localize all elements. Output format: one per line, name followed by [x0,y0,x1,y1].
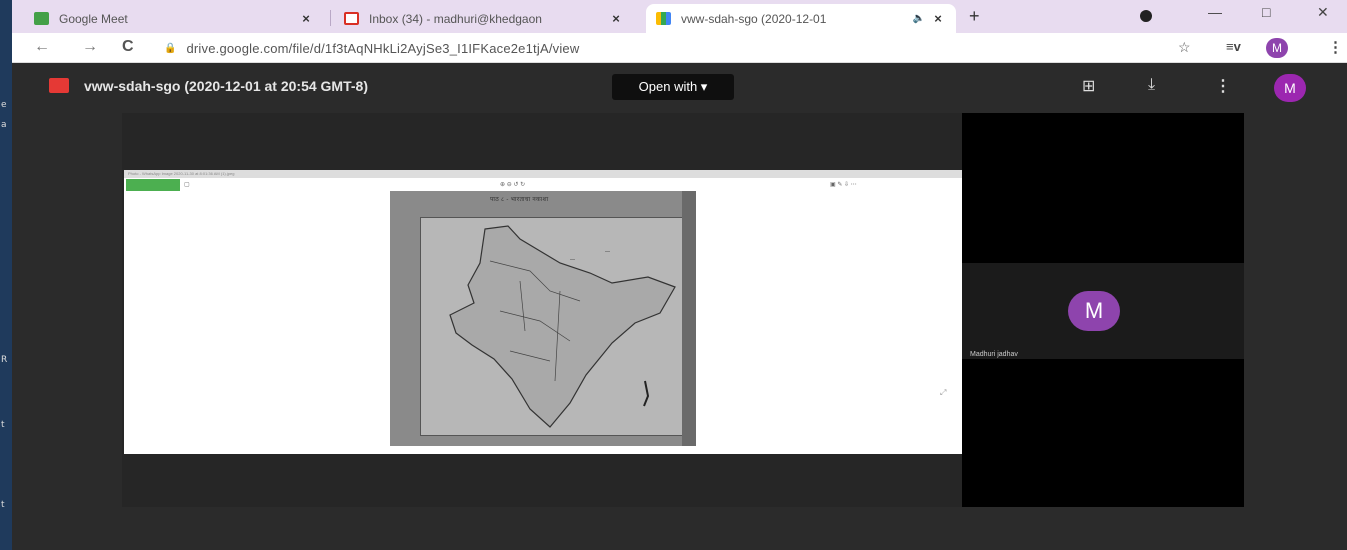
participants-panel: M Madhuri jadhav [962,113,1244,507]
more-options-icon[interactable]: ⋮ [1215,76,1231,96]
desktop-letter: t [1,420,5,430]
account-avatar[interactable]: M [1274,74,1306,102]
tab-drive-file[interactable]: vww-sdah-sgo (2020-12-01 🔈 × [646,4,956,33]
audio-icon[interactable]: 🔈 [908,13,930,24]
reload-button[interactable]: C [122,38,134,56]
tab-bar: Google Meet × Inbox (34) - madhuri@khedg… [12,0,1347,33]
tab-title: vww-sdah-sgo (2020-12-01 [681,11,827,26]
desktop-letter: R [1,355,8,365]
shared-window-title: Photo - WhatsApp Image 2020-11-30 at 8:0… [128,171,235,176]
tab-title: Google Meet [59,11,128,26]
address-bar-row: ← → C 🔒 drive.google.com/file/d/1f3tAqNH… [12,33,1347,63]
photo-book-edge [682,191,696,446]
profile-avatar[interactable]: M [1266,38,1288,58]
map-photo: पाठ ८ - भारताचा नकाशा — — [390,191,696,446]
gmail-icon [344,12,359,25]
shared-toolbar-icon: ▣ ✎ ⇩ ⋯ [830,182,857,188]
desktop-letter: e [1,100,7,110]
meet-icon [34,12,49,25]
participant-avatar: M [1068,291,1120,331]
media-control-icon[interactable]: ≡v [1226,39,1241,54]
desktop-letter: t [1,500,5,510]
file-title: vww-sdah-sgo (2020-12-01 at 20:54 GMT-8) [84,78,368,94]
tab-gmail-inbox[interactable]: Inbox (34) - madhuri@khedgaon × [334,4,634,33]
new-tab-button[interactable]: + [969,6,980,27]
desktop-letter: a [1,120,7,130]
participant-name: Madhuri jadhav [970,351,1018,358]
desktop-strip: e a R t t [0,0,12,550]
present-icon[interactable]: ⊞ [1082,76,1095,96]
tab-close-icon[interactable]: × [930,11,946,26]
back-button[interactable]: ← [34,38,50,56]
expand-icon: ⤢ [940,388,947,397]
shared-window-titlebar: Photo - WhatsApp Image 2020-11-30 at 8:0… [124,170,962,178]
minimize-button[interactable]: — [1208,4,1222,20]
url-text[interactable]: drive.google.com/file/d/1f3tAqNHkLi2AyjS… [186,41,579,56]
tab-close-icon[interactable]: × [298,11,314,26]
forward-button[interactable]: → [82,38,98,56]
map-annotation: — [605,249,610,255]
record-indicator-icon [1140,10,1152,22]
close-window-button[interactable]: ✕ [1317,4,1329,21]
shared-toolbar-icon: ⊕ ⊖ ↺ ↻ [500,182,526,188]
india-map-graphic: — — [449,225,676,428]
lock-icon: 🔒 [164,42,177,54]
map-annotation: — [570,257,575,263]
open-with-button[interactable]: Open with ▾ [612,74,734,100]
download-icon[interactable]: ⤓ [1148,76,1155,94]
bookmark-star-icon[interactable]: ☆ [1178,39,1191,56]
participant-tile: M Madhuri jadhav [962,263,1244,359]
shared-meet-button [126,179,180,191]
maximize-button[interactable]: □ [1262,4,1270,20]
tab-google-meet[interactable]: Google Meet × [24,4,324,33]
browser-menu-icon[interactable]: ⋮ [1328,38,1343,56]
video-file-icon [49,78,69,93]
video-preview[interactable]: Photo - WhatsApp Image 2020-11-30 at 8:0… [122,113,1244,507]
omnibox[interactable]: 🔒 drive.google.com/file/d/1f3tAqNHkLi2Ay… [164,36,1044,60]
drive-viewer-header: vww-sdah-sgo (2020-12-01 at 20:54 GMT-8)… [12,63,1347,113]
shared-toolbar-icon: ▢ [184,182,190,188]
shared-screen: Photo - WhatsApp Image 2020-11-30 at 8:0… [124,170,962,454]
tab-separator [330,10,331,26]
tab-close-icon[interactable]: × [608,11,624,26]
meeting-recording-frame: Photo - WhatsApp Image 2020-11-30 at 8:0… [122,113,962,507]
tab-title: Inbox (34) - madhuri@khedgaon [369,11,542,26]
drive-icon [656,12,671,25]
screen: e a R t t Google Meet × Inbox (34) - mad… [0,0,1347,550]
